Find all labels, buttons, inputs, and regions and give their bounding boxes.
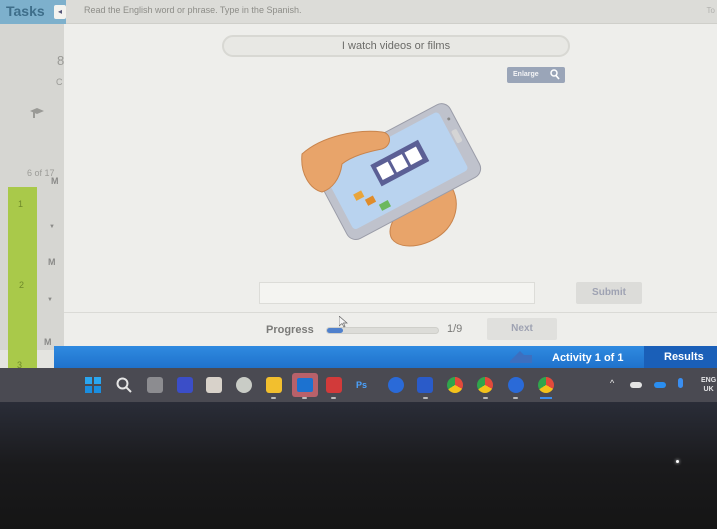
back-arrow-icon[interactable] [510,349,532,363]
activity-label: Activity 1 of 1 [552,352,624,364]
progress-label: Progress [266,324,314,336]
task-item-label[interactable]: M [44,337,52,347]
prompt-text: I watch videos or films [341,40,451,52]
activity-bar: Activity 1 of 1 Results [54,346,717,368]
windows-start-icon[interactable] [85,377,101,393]
task-item-label[interactable]: M [51,176,59,186]
top-bar: Tasks ◂ Read the English word or phrase.… [0,0,717,24]
magnifier-icon [550,69,560,80]
task-item-number: 1 [18,199,24,209]
progress-count: 1/9 [447,323,463,335]
task-view-icon[interactable] [147,377,163,393]
instruction-text: Read the English word or phrase. Type in… [84,5,302,15]
copilot-icon-2[interactable] [508,377,524,393]
laptop-bezel [0,402,717,529]
running-indicator [483,397,488,399]
progress-bar-fill [327,328,343,333]
task-item-label[interactable]: M [48,257,56,267]
chevron-down-icon[interactable]: ▼ [47,297,53,303]
enlarge-label: Enlarge [513,71,539,78]
collapse-panel-button[interactable]: ◂ [54,5,66,19]
running-indicator [302,397,307,399]
divider [64,312,717,313]
status-led [676,460,679,463]
answer-input[interactable] [259,282,535,304]
clock-app-icon[interactable] [236,377,252,393]
running-indicator [423,397,428,399]
search-icon[interactable] [116,377,132,393]
task-item-number: 2 [19,280,25,290]
tray-expand-icon[interactable]: ^ [610,378,614,388]
screen: Tasks ◂ Read the English word or phrase.… [0,0,717,402]
running-indicator [271,397,276,399]
copilot-icon[interactable] [388,377,404,393]
word-icon[interactable] [417,377,433,393]
task-letter-partial: C [56,77,63,87]
acrobat-icon[interactable] [326,377,342,393]
top-right-label: To [706,6,715,15]
graduation-cap-icon [30,108,44,118]
onedrive-work-icon[interactable] [654,382,666,388]
taskbar: Ps ^ ENG UK [0,368,717,402]
file-explorer-icon[interactable] [266,377,282,393]
results-button[interactable]: Results [644,346,717,368]
prompt-box: I watch videos or films [222,35,570,57]
question-area: I watch videos or films Enlarge Submit P… [64,24,717,346]
running-indicator [331,397,336,399]
active-indicator [540,397,552,399]
enlarge-button[interactable]: Enlarge [507,67,565,83]
tasks-tab[interactable]: Tasks ◂ [0,0,66,24]
submit-button[interactable]: Submit [576,282,642,304]
next-button[interactable]: Next [487,318,557,340]
microphone-icon[interactable] [678,378,683,388]
outlook-icon[interactable] [292,373,318,397]
chrome-icon[interactable] [447,377,463,393]
photoshop-icon[interactable]: Ps [356,377,372,393]
snipping-tool-icon[interactable] [206,377,222,393]
chrome-profile-icon-2[interactable] [538,377,554,393]
tasks-label: Tasks [6,3,45,19]
progress-bar [326,327,439,334]
phone-film-illustration [301,103,482,247]
onedrive-personal-icon[interactable] [630,382,642,388]
scanner-app-icon[interactable] [177,377,193,393]
chrome-profile-icon[interactable] [477,377,493,393]
chevron-down-icon[interactable]: ▼ [49,224,55,230]
mouse-cursor-icon [339,316,348,328]
language-region: UK [703,386,714,393]
language-indicator[interactable]: ENG UK [701,376,716,394]
running-indicator [513,397,518,399]
task-panel: 8 C 6 of 17 1 M ▼ 2 M ▼ M 3 [0,24,64,387]
language-code: ENG [701,377,717,384]
